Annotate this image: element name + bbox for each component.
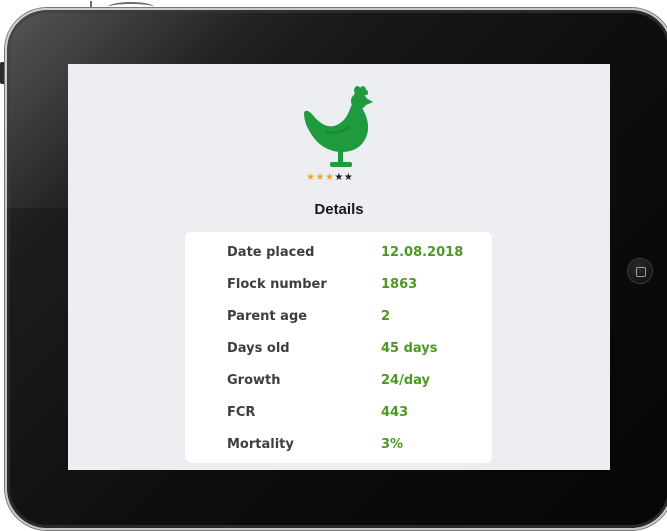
star-empty-icon: ★ xyxy=(343,172,354,183)
chicken-icon xyxy=(300,84,378,172)
details-row-value: 443 xyxy=(381,405,409,420)
star-filled-icon: ★ xyxy=(315,172,325,183)
details-row: Date placed 12.08.2018 xyxy=(185,242,492,264)
home-square-icon xyxy=(636,267,646,277)
details-row-value: 24/day xyxy=(381,373,430,388)
details-row-label: Date placed xyxy=(227,245,315,260)
details-row-label: Parent age xyxy=(227,309,308,324)
details-row-label: Flock number xyxy=(227,277,327,292)
rating-stars: ★★★★★ xyxy=(306,172,376,184)
home-button-icon[interactable] xyxy=(627,258,653,284)
details-card: Date placed 12.08.2018 Flock number 1863 Par… xyxy=(185,232,492,463)
details-row-value: 3% xyxy=(381,437,404,452)
star-filled-icon: ★ xyxy=(324,172,335,183)
details-row-label: FCR xyxy=(227,405,256,420)
details-row-label: Growth xyxy=(227,373,281,388)
details-row: Days old 45 days xyxy=(185,338,492,360)
details-row-value: 45 days xyxy=(381,341,438,356)
details-row-value: 12.08.2018 xyxy=(381,245,464,260)
details-row-value: 2 xyxy=(381,309,391,324)
app-screen: ★★★★★ Details Date placed 12.08.2018 Flock… xyxy=(68,64,610,470)
details-row-value: 1863 xyxy=(381,277,418,292)
details-row: Mortality 3% xyxy=(185,434,492,456)
star-empty-icon: ★ xyxy=(334,172,344,183)
details-row-label: Days old xyxy=(227,341,290,356)
details-row: Flock number 1863 xyxy=(185,274,492,296)
details-row: FCR 443 xyxy=(185,402,492,424)
page-title: Details xyxy=(314,201,364,218)
details-row-label: Mortality xyxy=(227,437,294,452)
details-row: Growth 24/day xyxy=(185,370,492,392)
details-row: Parent age 2 xyxy=(185,306,492,328)
